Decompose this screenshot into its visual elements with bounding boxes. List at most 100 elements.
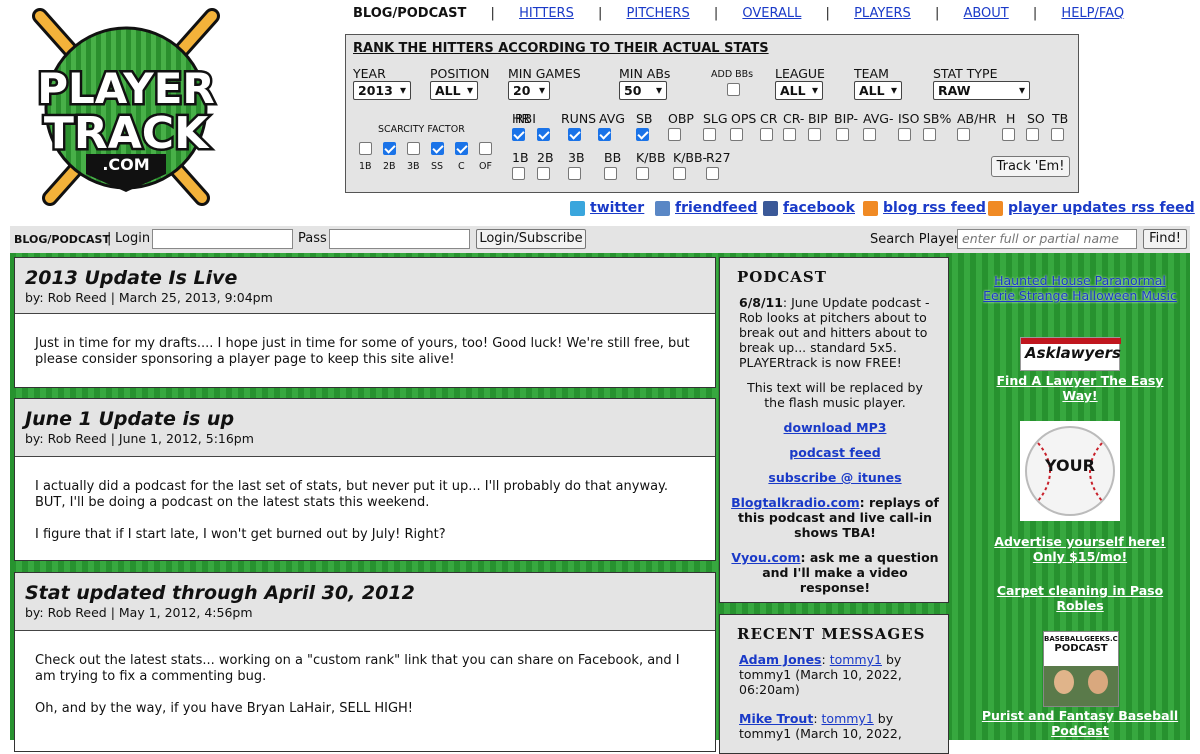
stat-so-checkbox[interactable] (1026, 128, 1039, 141)
stat-iso-checkbox[interactable] (898, 128, 911, 141)
podcast-heading: PODCAST (737, 268, 827, 286)
stat-cr-minus-checkbox[interactable] (783, 128, 796, 141)
post-title[interactable]: 2013 Update Is Live (25, 267, 705, 289)
blogtalkradio-link[interactable]: Blogtalkradio.com (731, 495, 860, 510)
stat-k-per-bb-row2-checkbox[interactable] (636, 167, 649, 180)
stat-2b-row2-checkbox[interactable] (537, 167, 550, 180)
stat-ops-checkbox[interactable] (730, 128, 743, 141)
search-player-input[interactable]: enter full or partial name (957, 229, 1137, 249)
social-link-twitter[interactable]: twitter (570, 200, 644, 216)
stat-obp-checkbox[interactable] (668, 128, 681, 141)
scarcity-c-label: C (458, 161, 465, 172)
stat-rbi-label: RBI (515, 111, 536, 126)
password-input[interactable] (329, 229, 470, 249)
stat-tb-label: TB (1052, 111, 1069, 126)
ads-sidebar: Haunted House Paranormal Eerie Strange H… (970, 253, 1190, 740)
baseballgeeks-podcast-link[interactable]: Purist and Fantasy Baseball PodCast (980, 708, 1180, 738)
stat-avg-checkbox[interactable] (598, 128, 611, 141)
social-link-facebook[interactable]: facebook (763, 200, 855, 216)
stat-bb-row2-checkbox[interactable] (604, 167, 617, 180)
social-link-friendfeed[interactable]: friendfeed (655, 200, 757, 216)
year-select[interactable]: 2013 (353, 81, 411, 100)
podcast-feed-link[interactable]: podcast feed (730, 445, 940, 460)
stat-bip-minus-checkbox[interactable] (836, 128, 849, 141)
advertise-baseball-image[interactable]: YOUR (1020, 421, 1120, 521)
rank-hitters-form: RANK THE HITTERS ACCORDING TO THEIR ACTU… (345, 34, 1079, 193)
scarcity-c-checkbox[interactable] (455, 142, 468, 155)
stat-cr-checkbox[interactable] (760, 128, 773, 141)
post-header: June 1 Update is up by: Rob Reed | June … (15, 399, 715, 457)
haunted-house-ad-link[interactable]: Haunted House Paranormal Eerie Strange H… (980, 273, 1180, 303)
stat-sb-checkbox[interactable] (636, 128, 649, 141)
nav-pitchers[interactable]: PITCHERS (627, 6, 690, 21)
login-search-bar: BLOG/PODCAST | Login Pass Login/Subscrib… (10, 226, 1190, 253)
nav-overall[interactable]: OVERALL (742, 6, 801, 21)
stat-ab-per-hr-checkbox[interactable] (957, 128, 970, 141)
find-lawyer-link[interactable]: Find A Lawyer The Easy Way! (980, 373, 1180, 403)
stat-bb-row2-label: BB (604, 150, 622, 165)
social-link-blog-rss-feed[interactable]: blog rss feed (863, 200, 986, 216)
carpet-cleaning-ad-link[interactable]: Carpet cleaning in Paso Robles (980, 583, 1180, 613)
stat-slg-checkbox[interactable] (703, 128, 716, 141)
download-mp3-link[interactable]: download MP3 (730, 420, 940, 435)
message-user-link[interactable]: tommy1 (830, 652, 882, 667)
stat-h-checkbox[interactable] (1002, 128, 1015, 141)
stat-1b-row2-checkbox[interactable] (512, 167, 525, 180)
stat-r27-row2-checkbox[interactable] (706, 167, 719, 180)
blog-post: Stat updated through April 30, 2012 by: … (14, 572, 716, 752)
stat-bip-minus-label: BIP- (834, 111, 859, 126)
login-subscribe-button[interactable]: Login/Subscribe (476, 229, 586, 249)
stat-ab-per-hr-label: AB/HR (957, 111, 997, 126)
stat-k-per-bb-minus-row2-checkbox[interactable] (673, 167, 686, 180)
baseballgeeks-podcast-logo[interactable]: BASEBALLGEEKS.COM PODCAST (1043, 631, 1119, 707)
min-games-label: MIN GAMES (508, 66, 581, 81)
social-link-label: blog rss feed (883, 200, 986, 216)
svg-text:TRACK: TRACK (44, 108, 210, 159)
stat-runs-checkbox[interactable] (568, 128, 581, 141)
nav-players[interactable]: PLAYERS (854, 6, 911, 21)
league-select[interactable]: ALL (775, 81, 823, 100)
scarcity-2b-checkbox[interactable] (383, 142, 396, 155)
post-header: Stat updated through April 30, 2012 by: … (15, 573, 715, 631)
subscribe-itunes-link[interactable]: subscribe @ itunes (730, 470, 940, 485)
asklawyers-logo[interactable]: Asklawyers (1020, 337, 1121, 371)
min-games-select[interactable]: 20 (508, 81, 550, 100)
vyou-link[interactable]: Vyou.com (731, 550, 800, 565)
message-player-link[interactable]: Adam Jones (739, 652, 822, 667)
nav-help-faq[interactable]: HELP/FAQ (1061, 6, 1124, 21)
track-em-button[interactable]: Track 'Em! (991, 156, 1070, 177)
stat-tb-checkbox[interactable] (1051, 128, 1064, 141)
message-user-link[interactable]: tommy1 (822, 711, 874, 726)
scarcity-ss-label: SS (431, 161, 444, 172)
scarcity-3b-checkbox[interactable] (407, 142, 420, 155)
advertise-here-link[interactable]: Advertise yourself here! Only $15/mo! (980, 534, 1180, 564)
scarcity-of-checkbox[interactable] (479, 142, 492, 155)
site-logo[interactable]: PLAYER TRACK .COM (26, 8, 226, 208)
post-title[interactable]: Stat updated through April 30, 2012 (25, 582, 705, 604)
scarcity-ss-checkbox[interactable] (431, 142, 444, 155)
nav-about[interactable]: ABOUT (963, 6, 1008, 21)
social-link-player-updates-rss-feed[interactable]: player updates rss feed (988, 200, 1195, 216)
stat-rbi-checkbox[interactable] (537, 128, 550, 141)
post-byline: by: Rob Reed | March 25, 2013, 9:04pm (25, 290, 273, 305)
stat-avg-minus-checkbox[interactable] (863, 128, 876, 141)
find-button[interactable]: Find! (1143, 229, 1187, 249)
scarcity-1b-checkbox[interactable] (359, 142, 372, 155)
nav-blog-podcast[interactable]: BLOG/PODCAST (353, 6, 466, 21)
nav-hitters[interactable]: HITTERS (519, 6, 574, 21)
min-abs-select[interactable]: 50 (619, 81, 667, 100)
stat-sbpct-checkbox[interactable] (923, 128, 936, 141)
pass-label: Pass (298, 231, 327, 246)
min-abs-label: MIN ABs (619, 66, 671, 81)
stat-3b-row2-checkbox[interactable] (568, 167, 581, 180)
main-content: 2013 Update Is Live by: Rob Reed | March… (10, 253, 1190, 754)
stat-bip-checkbox[interactable] (808, 128, 821, 141)
add-bbs-checkbox[interactable] (727, 83, 740, 96)
message-player-link[interactable]: Mike Trout (739, 711, 813, 726)
login-input[interactable] (152, 229, 293, 249)
team-select[interactable]: ALL (854, 81, 902, 100)
post-title[interactable]: June 1 Update is up (25, 408, 705, 430)
stat-hr-checkbox[interactable] (512, 128, 525, 141)
stat-type-select[interactable]: RAW (933, 81, 1030, 100)
position-select[interactable]: ALL (430, 81, 478, 100)
